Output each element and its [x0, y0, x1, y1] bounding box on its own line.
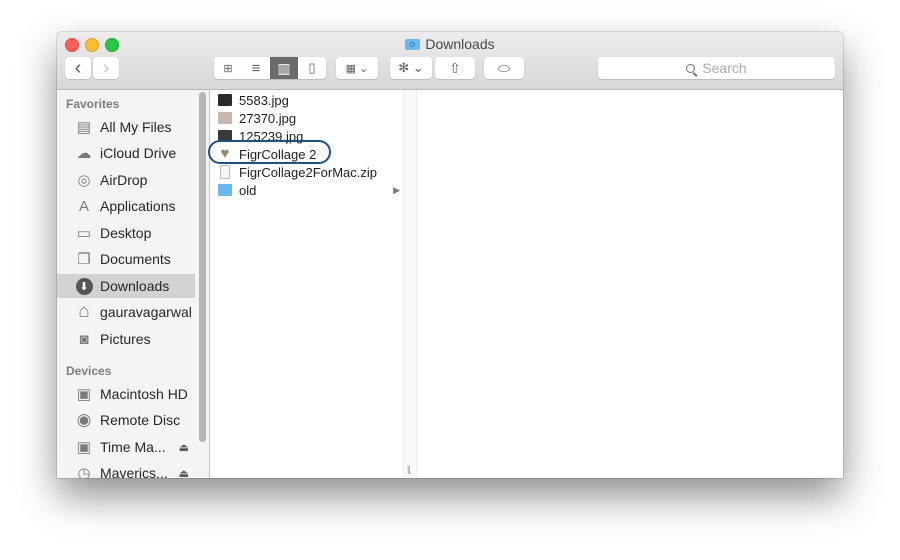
sidebar-item-label: Macintosh HD: [100, 386, 188, 402]
sidebar-item-airdrop[interactable]: ◎ AirDrop: [57, 168, 195, 192]
action-button[interactable]: ✻ ⌄: [390, 57, 432, 79]
sidebar-item-label: Applications: [100, 198, 176, 214]
file-item-folder[interactable]: old ▶: [210, 181, 403, 199]
file-item[interactable]: FigrCollage2ForMac.zip: [210, 163, 403, 181]
list-view-icon: ≡: [251, 59, 261, 77]
sidebar-item-label: Time Ma...: [100, 439, 166, 455]
empty-column: [417, 90, 843, 478]
file-name: old: [239, 182, 257, 198]
chevron-right-icon: ›: [102, 57, 110, 79]
toolbar: Downloads ‹ › ⊞ ≡ ▥ ▯ ▦ ⌄ ✻ ⌄ ⇧ ⬭ Search: [57, 32, 843, 90]
window-title-text: Downloads: [425, 36, 495, 52]
hard-drive-icon: ▣: [76, 439, 92, 456]
time-machine-icon: ◷: [77, 465, 91, 478]
annotation-highlight-circle: [208, 140, 331, 164]
file-item[interactable]: 5583.jpg: [210, 91, 403, 109]
sidebar-item-label: Remote Disc: [100, 412, 181, 428]
sidebar-item-remote-disc[interactable]: ◉ Remote Disc: [57, 408, 195, 432]
cover-flow-icon: ▯: [308, 60, 316, 75]
downloads-icon: ⬇: [75, 277, 93, 295]
cloud-icon: ☁: [76, 145, 92, 162]
column-view-button[interactable]: ▥: [270, 57, 298, 79]
tag-button[interactable]: ⬭: [484, 57, 524, 79]
search-placeholder: Search: [702, 60, 747, 76]
folder-icon: [218, 184, 232, 196]
chevron-left-icon: ‹: [74, 57, 82, 79]
downloads-glyph: ⬇: [75, 277, 93, 295]
sidebar-scrollbar[interactable]: [199, 92, 206, 442]
tag-icon: ⬭: [498, 59, 510, 76]
eject-icon[interactable]: ⏏: [179, 441, 189, 454]
icon-view-icon: ⊞: [223, 62, 233, 75]
desktop-icon: ▭: [76, 225, 92, 242]
file-name: 27370.jpg: [239, 110, 297, 126]
home-icon: ⌂: [78, 301, 90, 322]
downloads-folder-icon: [405, 39, 421, 50]
list-view-button[interactable]: ≡: [242, 57, 270, 79]
share-button[interactable]: ⇧: [435, 57, 475, 79]
file-name: FigrCollage2ForMac.zip: [239, 164, 377, 180]
camera-icon: ◙: [79, 330, 89, 348]
sidebar-item-label: Documents: [100, 251, 171, 267]
column-resize-handle[interactable]: ||: [403, 90, 417, 478]
sidebar-item-downloads[interactable]: ⬇ Downloads: [57, 274, 195, 298]
view-mode-group: ⊞ ≡ ▥ ▯: [214, 57, 326, 79]
devices-header: Devices: [66, 364, 112, 378]
search-icon: [686, 63, 696, 73]
applications-icon: A: [78, 197, 89, 215]
sidebar-item-label: gauravagarwal: [100, 304, 192, 320]
share-icon: ⇧: [449, 59, 461, 76]
gear-icon: ✻ ⌄: [398, 60, 424, 75]
disc-icon: ◉: [76, 410, 92, 429]
arrange-button[interactable]: ▦ ⌄: [336, 57, 378, 79]
sidebar-item-label: Maverics...: [100, 465, 168, 478]
sidebar-item-maverics[interactable]: ◷ Maverics... ⏏: [57, 461, 195, 478]
disclosure-arrow-icon: ▶: [393, 184, 400, 195]
sidebar-item-time-machine[interactable]: ▣ Time Ma... ⏏: [57, 435, 195, 459]
column-view-icon: ▥: [277, 59, 291, 76]
image-thumbnail-icon: [218, 112, 232, 124]
file-name: 5583.jpg: [239, 92, 289, 108]
sidebar-item-pictures[interactable]: ◙ Pictures: [57, 327, 195, 351]
finder-window: Downloads ‹ › ⊞ ≡ ▥ ▯ ▦ ⌄ ✻ ⌄ ⇧ ⬭ Search…: [57, 32, 843, 478]
sidebar-item-label: iCloud Drive: [100, 145, 177, 161]
back-button[interactable]: ‹: [65, 57, 91, 79]
sidebar-item-applications[interactable]: A Applications: [57, 194, 195, 218]
sidebar-item-label: Desktop: [100, 225, 152, 241]
sidebar-item-documents[interactable]: ❐ Documents: [57, 247, 195, 271]
sidebar-item-home[interactable]: ⌂ gauravagarwal: [57, 300, 195, 324]
airdrop-icon: ◎: [77, 172, 91, 189]
favorites-header: Favorites: [66, 97, 120, 111]
image-thumbnail-icon: [218, 94, 232, 106]
sidebar-item-macintosh-hd[interactable]: ▣ Macintosh HD: [57, 382, 195, 406]
grip-icon: ||: [407, 464, 411, 474]
sidebar: Favorites ▤ All My Files ☁ iCloud Drive …: [57, 90, 210, 478]
hard-drive-icon: ▣: [76, 386, 92, 403]
forward-button[interactable]: ›: [93, 57, 119, 79]
sidebar-item-label: AirDrop: [100, 172, 148, 188]
all-my-files-icon: ▤: [76, 119, 92, 136]
sidebar-item-all-my-files[interactable]: ▤ All My Files: [57, 115, 195, 139]
cover-flow-view-button[interactable]: ▯: [298, 57, 326, 79]
sidebar-item-icloud-drive[interactable]: ☁ iCloud Drive: [57, 141, 195, 165]
icon-view-button[interactable]: ⊞: [214, 57, 242, 79]
search-field[interactable]: Search: [598, 57, 835, 79]
sidebar-item-label: Downloads: [100, 278, 170, 294]
arrange-icon: ▦ ⌄: [345, 62, 369, 75]
documents-icon: ❐: [77, 251, 91, 268]
file-item[interactable]: 27370.jpg: [210, 109, 403, 127]
zip-file-icon: [220, 165, 230, 179]
sidebar-item-label: All My Files: [100, 119, 172, 135]
sidebar-item-label: Pictures: [100, 331, 151, 347]
sidebar-item-desktop[interactable]: ▭ Desktop: [57, 221, 195, 245]
window-title: Downloads: [57, 36, 843, 52]
eject-icon[interactable]: ⏏: [179, 467, 189, 479]
